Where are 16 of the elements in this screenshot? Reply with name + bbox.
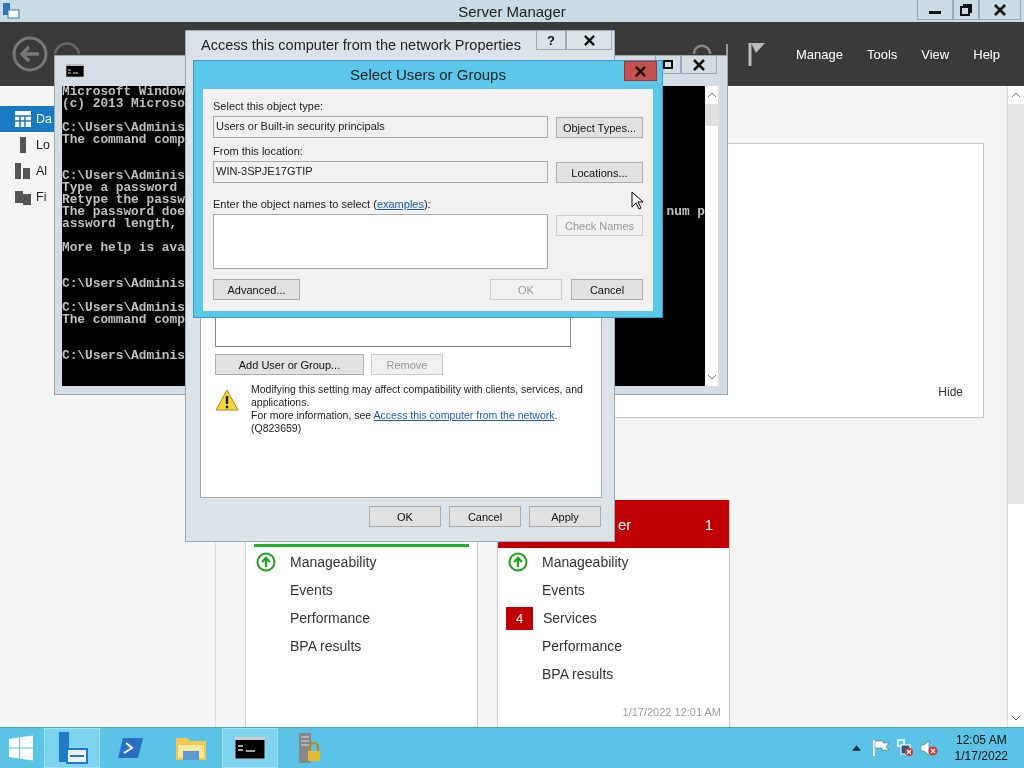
- dialog-title: Access this computer from the network Properties: [201, 37, 521, 53]
- tile-count: 1: [704, 515, 713, 533]
- info-text: For more information, see Access this computer from the network.: [251, 409, 559, 422]
- warning-text: Modifying this setting may affect compatibility with clients, services, and applications.: [251, 383, 584, 409]
- window-title: Server Manager: [457, 3, 567, 20]
- field-label: Select this object type:: [213, 99, 325, 114]
- dialog-title: Select Users or Groups: [350, 66, 506, 85]
- field-label: From this location:: [213, 144, 304, 159]
- object-type-field: Users or Built-in security principals: [213, 116, 548, 138]
- console-text: Microsoft Window (c) 2013 Microso C:\Users\Adminis The command comp C:\Users\Adminis Type a password Retype the passw The password doe assword length, More help is ava C:\Users\Adminis C:\Users\Adminis The command comp C:\Users\Adminis: [62, 86, 185, 362]
- console-text: num p: [666, 206, 705, 218]
- kb-reference: (Q823659): [251, 422, 303, 435]
- count-badge: 4: [506, 606, 533, 630]
- tile-title: er: [618, 515, 632, 533]
- timestamp: 1/17/2022 12:01 AM: [622, 706, 721, 718]
- location-field: WIN-3SPJE17GTIP: [213, 161, 548, 183]
